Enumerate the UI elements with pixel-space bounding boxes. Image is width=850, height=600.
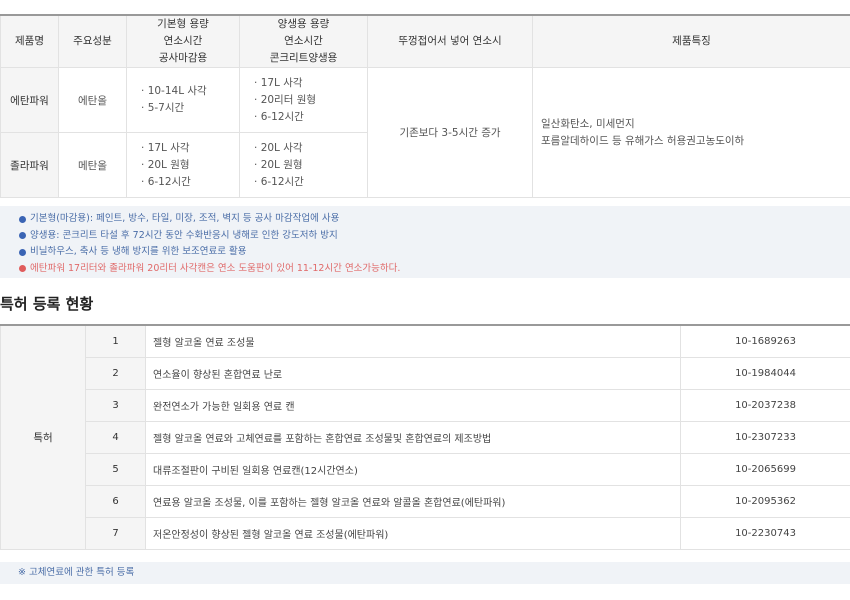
note-text: 에탄파워 17리터와 졸라파워 20리터 사각캔은 연소 도움판이 있어 11-… [30,262,401,274]
product-basic-cell: 17L 사각 20L 원형 6-12시간 [126,132,240,198]
note-item: 비닐하우스, 축사 등 냉해 방지를 위한 보조연료로 활용 [19,244,850,261]
patent-number: 5 [85,452,146,486]
product-curing-item: 6-12시간 [254,109,367,126]
header-basic-line: 기본형 용량 [157,18,209,30]
header-basic-line: 연소시간 [163,35,203,47]
patent-title: 대류조절판이 구비된 일회용 연료캔(12시간연소) [145,452,681,486]
note-text: 양생용: 콘크리트 타설 후 72시간 동안 수화반응시 냉해로 인한 강도저하… [30,229,338,241]
product-name: 졸라파워 [0,132,59,198]
product-basic-item: 6-12시간 [141,174,239,191]
patent-reg-number: 10-1984044 [680,356,850,390]
patent-reg-number: 10-2037238 [680,388,850,422]
note-text: 비닐하우스, 축사 등 냉해 방지를 위한 보조연료로 활용 [30,246,247,257]
product-curing-item: 6-12시간 [254,174,367,191]
product-basic-cell: 10-14L 사각 5-7시간 [126,67,240,133]
patent-reg-number: 10-1689263 [680,324,850,358]
header-basic: 기본형 용량 연소시간 공사마감용 [126,14,240,68]
product-ingredient: 에탄올 [58,67,127,133]
table-row: 5 대류조절판이 구비된 일회용 연료캔(12시간연소) 10-2065699 [1,452,850,486]
patent-title: 연료용 알코올 조성물, 이를 포함하는 젤형 알코올 연료와 알콜올 혼합연료… [145,484,681,518]
product-basic-item: 10-14L 사각 [141,83,239,100]
header-curing-line: 연소시간 [284,35,323,47]
patent-reg-number: 10-2307233 [680,420,850,454]
usage-notes: 기본형(마감용): 페인트, 방수, 타일, 미장, 조적, 벽지 등 공사 마… [0,206,850,278]
product-basic-item: 17L 사각 [141,140,239,157]
product-curing-item: 20L 사각 [254,140,367,157]
table-row: 특허 1 젤형 알코올 연료 조성물 10-1689263 [0,324,850,550]
note-text: 기본형(마감용): 페인트, 방수, 타일, 미장, 조적, 벽지 등 공사 마… [30,213,340,224]
blue-dot-icon [19,215,26,223]
product-curing-item: 17L 사각 [254,75,367,92]
product-curing-item: 20L 원형 [254,157,367,174]
product-table-header: 제품명 주요성분 기본형 용량 연소시간 공사마감용 양생용 용량 연소시간 콘… [0,14,850,68]
patent-number: 6 [85,484,146,518]
patent-number: 4 [85,420,146,454]
patent-reg-number: 10-2230743 [680,516,850,550]
lid-value: 기존보다 3-5시간 증가 [367,67,533,198]
product-basic-item: 20L 원형 [141,157,239,174]
blue-dot-icon [19,232,26,240]
product-basic-item: 5-7시간 [141,100,239,117]
feature-line: 포름알데하이드 등 유해가스 허용권고농도이하 [541,134,745,147]
product-table: 제품명 주요성분 기본형 용량 연소시간 공사마감용 양생용 용량 연소시간 콘… [0,14,850,198]
table-row: 3 완전연소가 가능한 일회용 연료 캔 10-2037238 [1,388,850,422]
patent-table: 특허 1 젤형 알코올 연료 조성물 10-1689263 2 연소율이 향상된… [0,324,850,550]
table-row: 4 젤형 알코올 연료와 고체연료를 포함하는 혼합연료 조성물및 혼합연료의 … [1,420,850,454]
header-lid: 뚜껑접어서 넣어 연소시 [367,14,533,68]
header-curing: 양생용 용량 연소시간 콘크리트양생용 [239,14,368,68]
note-item: 양생용: 콘크리트 타설 후 72시간 동안 수화반응시 냉해로 인한 강도저하… [19,228,850,245]
patent-number: 1 [85,324,146,358]
patent-footnote: ※ 고체연료에 관한 특허 등록 [0,562,850,584]
patent-reg-number: 10-2065699 [680,452,850,486]
header-ingredient: 주요성분 [58,14,127,68]
patent-title: 젤형 알코올 연료와 고체연료를 포함하는 혼합연료 조성물및 혼합연료의 제조… [145,420,681,454]
feature-line: 일산화탄소, 미세먼지 [541,117,635,130]
header-curing-line: 양생용 용량 [277,18,330,30]
product-curing-cell: 17L 사각 20리터 원형 6-12시간 [239,67,368,133]
product-name: 에탄파워 [0,67,59,133]
blue-dot-icon [19,248,26,256]
note-item: 기본형(마감용): 페인트, 방수, 타일, 미장, 조적, 벽지 등 공사 마… [19,211,850,228]
product-curing-item: 20리터 원형 [254,92,367,109]
red-dot-icon [19,265,26,273]
patent-number: 7 [85,516,146,550]
header-product-name: 제품명 [0,14,59,68]
patent-reg-number: 10-2095362 [680,484,850,518]
patent-number: 2 [85,356,146,390]
table-row: 6 연료용 알코올 조성물, 이를 포함하는 젤형 알코올 연료와 알콜올 혼합… [1,484,850,518]
product-features: 일산화탄소, 미세먼지 포름알데하이드 등 유해가스 허용권고농도이하 [532,67,850,198]
patent-category: 특허 [0,324,86,550]
header-features: 제품특징 [532,14,850,68]
table-row: 2 연소율이 향상된 혼합연료 난로 10-1984044 [1,356,850,390]
table-row: 7 저온안정성이 향상된 젤형 알코올 연료 조성물(에탄파워) 10-2230… [1,516,850,550]
product-curing-cell: 20L 사각 20L 원형 6-12시간 [239,132,368,198]
patent-title: 저온안정성이 향상된 젤형 알코올 연료 조성물(에탄파워) [145,516,681,550]
patent-title: 완전연소가 가능한 일회용 연료 캔 [145,388,681,422]
patent-number: 3 [85,388,146,422]
section-title: 특허 등록 현황 [0,295,94,313]
header-basic-line: 공사마감용 [158,52,208,64]
product-row: 에탄파워 에탄올 10-14L 사각 5-7시간 17L 사각 20리터 원형 … [0,67,850,198]
patent-title: 연소율이 향상된 혼합연료 난로 [145,356,681,390]
patent-title: 젤형 알코올 연료 조성물 [145,324,681,358]
header-curing-line: 콘크리트양생용 [269,52,338,64]
note-item-highlight: 에탄파워 17리터와 졸라파워 20리터 사각캔은 연소 도움판이 있어 11-… [19,261,850,278]
product-ingredient: 메탄올 [58,132,127,198]
